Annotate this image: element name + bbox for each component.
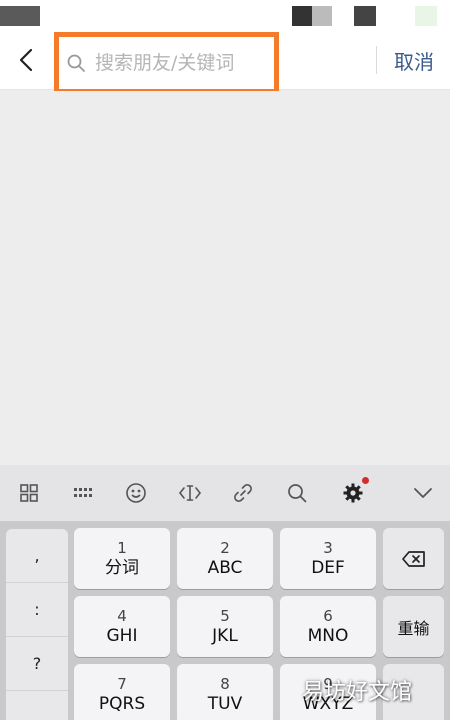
key-7[interactable]: 7 PQRS	[74, 664, 170, 720]
key-label: TUV	[207, 693, 243, 714]
back-button[interactable]	[10, 42, 42, 78]
reenter-key[interactable]: 重输	[383, 596, 444, 657]
divider	[376, 46, 377, 74]
key-6[interactable]: 6 MNO	[280, 596, 376, 657]
search-icon	[65, 52, 87, 74]
key-number: 5	[220, 606, 230, 625]
search-header: 取消	[0, 30, 450, 94]
search-icon[interactable]	[283, 479, 311, 507]
notification-dot	[362, 477, 369, 484]
delete-key[interactable]	[383, 528, 444, 589]
key-label: GHI	[106, 625, 138, 646]
link-icon[interactable]	[229, 479, 257, 507]
key-number: 6	[323, 606, 333, 625]
status-icon	[354, 6, 376, 26]
collapse-icon[interactable]	[409, 479, 437, 507]
key-label: 分词	[105, 557, 139, 578]
key-label: PQRS	[98, 693, 146, 714]
screen: 取消	[0, 0, 450, 720]
key-number: 3	[323, 538, 333, 557]
grid-icon[interactable]	[15, 479, 43, 507]
search-results-area	[0, 91, 450, 465]
key-8[interactable]: 8 TUV	[177, 664, 273, 720]
search-input[interactable]	[95, 52, 265, 74]
settings-icon[interactable]	[339, 477, 369, 507]
key-4[interactable]: 4 GHI	[74, 596, 170, 657]
watermark: 易坊好文馆	[302, 680, 413, 705]
key-number: 4	[117, 606, 127, 625]
emoji-icon[interactable]	[122, 479, 150, 507]
key-label: DEF	[311, 557, 345, 578]
key-label: 重输	[397, 618, 430, 638]
search-box[interactable]	[54, 32, 279, 94]
punct-key[interactable]: ?	[6, 637, 68, 691]
keyboard-toolbar	[0, 465, 450, 521]
status-icon	[0, 6, 40, 26]
key-label: JKL	[212, 625, 238, 646]
key-3[interactable]: 3 DEF	[280, 528, 376, 589]
punct-key[interactable]: :	[6, 583, 68, 637]
key-number: 7	[117, 674, 127, 693]
status-icon	[292, 6, 332, 26]
keyboard-icon[interactable]	[69, 479, 97, 507]
punct-key[interactable]: ,	[6, 529, 68, 583]
key-number: 1	[117, 538, 127, 557]
chevron-left-icon	[19, 48, 33, 72]
status-icon	[415, 6, 437, 26]
key-2[interactable]: 2 ABC	[177, 528, 273, 589]
key-number: 2	[220, 538, 230, 557]
key-label: ABC	[207, 557, 243, 578]
key-5[interactable]: 5 JKL	[177, 596, 273, 657]
punctuation-column: , : ? 。	[6, 529, 68, 720]
cursor-icon[interactable]	[176, 479, 204, 507]
key-label: MNO	[307, 625, 349, 646]
key-number: 8	[220, 674, 230, 693]
key-1[interactable]: 1 分词	[74, 528, 170, 589]
punct-key[interactable]: 。	[6, 691, 68, 720]
status-bar	[0, 0, 450, 30]
cancel-button[interactable]: 取消	[384, 44, 444, 76]
backspace-icon	[401, 550, 425, 567]
